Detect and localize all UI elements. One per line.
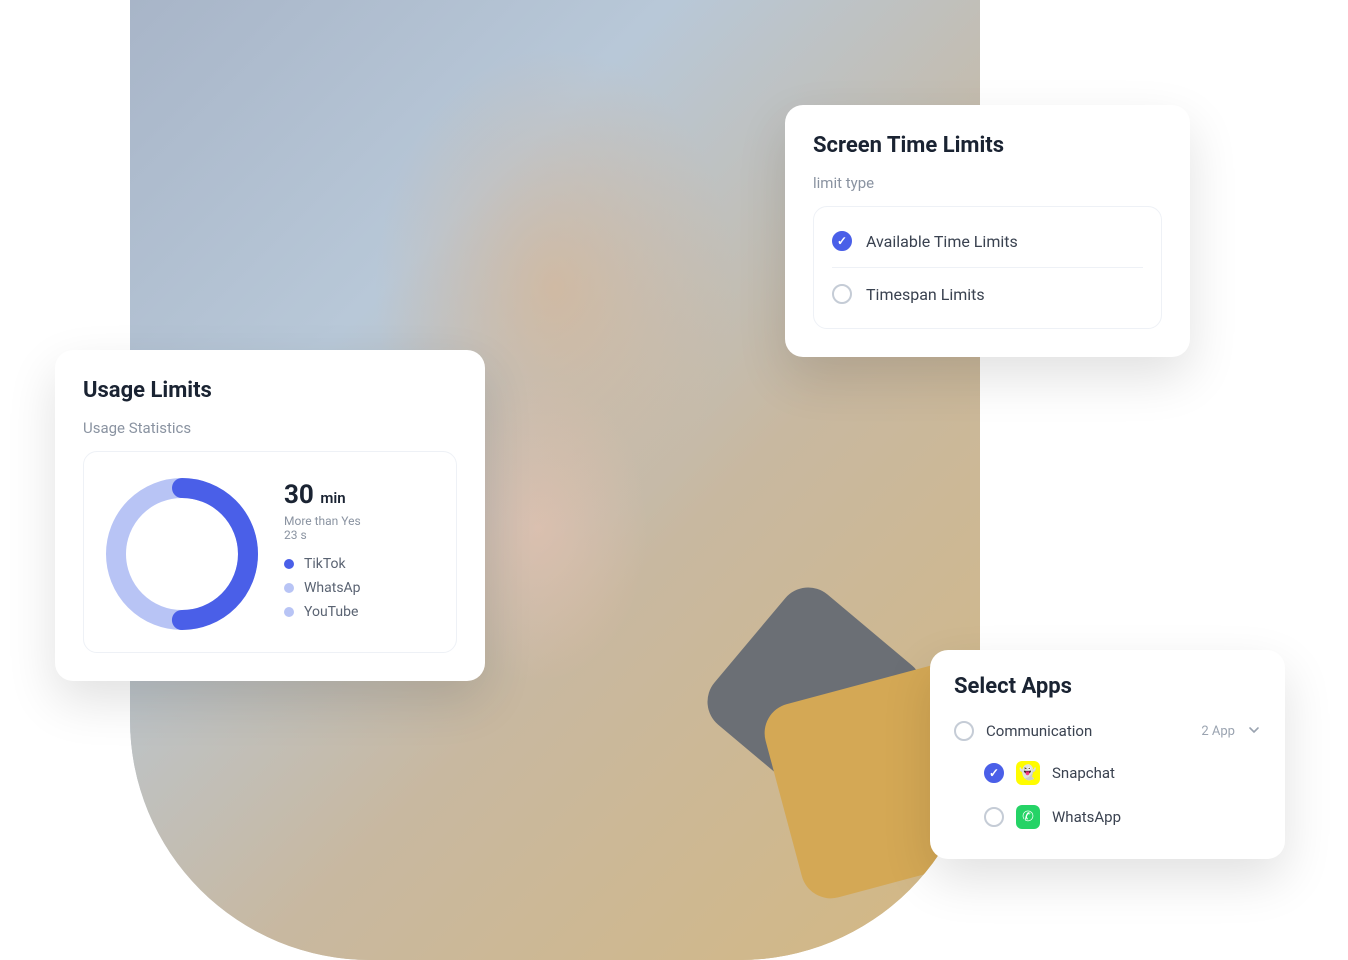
radio-icon [984,807,1004,827]
legend-dot [284,559,294,569]
usage-statistics-label: Usage Statistics [83,419,457,437]
legend-item: TikTok [284,556,438,572]
check-icon [984,763,1004,783]
usage-sub-line2: 23 s [284,528,307,542]
limit-option-label: Available Time Limits [866,232,1018,251]
app-row-whatsapp[interactable]: ✆ WhatsApp [954,795,1261,839]
legend-label: WhatsAp [304,580,361,596]
limit-option-timespan-limits[interactable]: Timespan Limits [832,267,1143,320]
usage-donut-chart [102,474,262,634]
usage-stats-panel: 30 min More than Yes 23 s TikTok WhatsAp Y… [83,451,457,653]
usage-limits-title: Usage Limits [83,378,457,403]
usage-time-unit: min [320,489,345,507]
select-apps-card: Select Apps Communication 2 App 👻 Snapcha… [930,650,1285,859]
screen-time-limits-card: Screen Time Limits limit type Available … [785,105,1190,357]
usage-stats-text: 30 min More than Yes 23 s TikTok WhatsAp Y… [284,474,438,634]
category-count: 2 App [1201,724,1235,739]
legend-label: TikTok [304,556,346,572]
screen-time-title: Screen Time Limits [813,133,1162,158]
category-communication[interactable]: Communication 2 App [954,711,1261,751]
app-row-snapchat[interactable]: 👻 Snapchat [954,751,1261,795]
usage-time-number: 30 [284,480,314,510]
usage-sub-line1: More than Yes [284,514,361,528]
check-icon [832,231,852,251]
usage-sub-text: More than Yes 23 s [284,514,438,542]
chevron-down-icon [1247,722,1261,741]
legend-label: YouTube [304,604,358,620]
usage-limits-card: Usage Limits Usage Statistics 30 min Mor… [55,350,485,681]
limit-option-label: Timespan Limits [866,285,985,304]
radio-icon [832,284,852,304]
whatsapp-icon: ✆ [1016,805,1040,829]
limit-option-available-time-limits[interactable]: Available Time Limits [832,215,1143,267]
legend-dot [284,583,294,593]
usage-time-value: 30 min [284,480,438,510]
app-name-label: WhatsApp [1052,808,1121,826]
radio-icon [954,721,974,741]
legend-item: WhatsAp [284,580,438,596]
snapchat-icon: 👻 [1016,761,1040,785]
legend-dot [284,607,294,617]
category-label: Communication [986,722,1189,740]
select-apps-title: Select Apps [954,674,1261,699]
limit-type-label: limit type [813,174,1162,192]
app-name-label: Snapchat [1052,764,1115,782]
legend-item: YouTube [284,604,438,620]
limit-type-panel: Available Time Limits Timespan Limits [813,206,1162,329]
